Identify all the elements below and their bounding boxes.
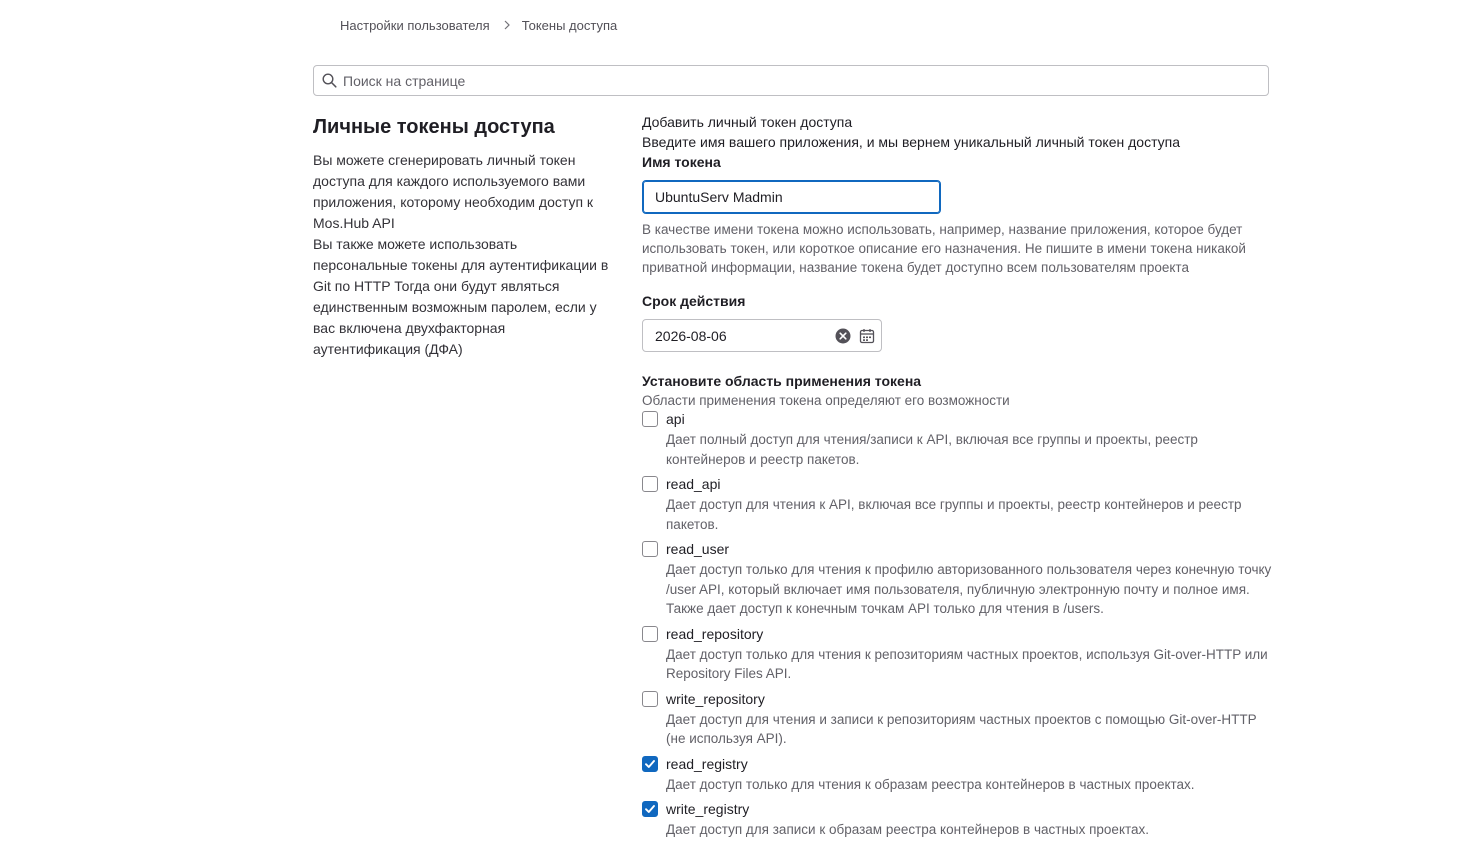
expiry-date-value[interactable]: 2026-08-06	[655, 328, 827, 344]
scope-write-repository[interactable]: write_repository Дает доступ для чтения и…	[642, 690, 1272, 749]
form-description: Введите имя вашего приложения, и мы верн…	[642, 134, 1181, 150]
search-icon	[322, 73, 337, 88]
intro-paragraph-2: Вы также можете использовать персональны…	[313, 236, 609, 357]
scope-checkbox[interactable]	[642, 625, 658, 642]
scope-api[interactable]: api Дает полный доступ для чтения/записи …	[642, 411, 1272, 469]
scope-name[interactable]: read_registry	[666, 756, 1272, 772]
scope-checkbox[interactable]	[642, 476, 658, 492]
scope-description: Дает доступ только для чтения к образам …	[666, 776, 1195, 792]
scope-description: Дает доступ для чтения и записи к репози…	[666, 711, 1257, 747]
search-input[interactable]	[343, 72, 1268, 89]
scope-name[interactable]: read_user	[666, 541, 1272, 557]
scopes-list: api Дает полный доступ для чтения/записи …	[642, 411, 1272, 840]
scope-description: Дает полный доступ для чтения/записи к A…	[666, 432, 1198, 467]
intro-section: Личные токены доступа Вы можете сгенерир…	[313, 114, 613, 360]
scopes-label: Установите область применения токена	[642, 373, 922, 389]
scope-read-repository[interactable]: read_repository Дает доступ только для чт…	[642, 625, 1272, 684]
calendar-icon[interactable]	[859, 328, 875, 344]
scope-read-user[interactable]: read_user Дает доступ только для чтения к…	[642, 541, 1272, 619]
scope-name[interactable]: read_api	[666, 476, 1272, 492]
breadcrumb-access-tokens[interactable]: Токены доступа	[522, 18, 618, 33]
scope-description: Дает доступ только для чтения к репозито…	[666, 646, 1268, 682]
scope-write-registry[interactable]: write_registry Дает доступ для записи к о…	[642, 801, 1272, 840]
scope-name[interactable]: read_repository	[666, 626, 1272, 642]
scope-name[interactable]: api	[666, 411, 1272, 427]
page-title: Личные токены доступа	[313, 116, 555, 138]
scope-checkbox[interactable]	[642, 690, 658, 707]
token-name-label: Имя токена	[642, 154, 721, 170]
scope-name[interactable]: write_repository	[666, 691, 1272, 707]
breadcrumb: Настройки пользователя Токены доступа	[340, 16, 617, 34]
token-name-help: В качестве имени токена можно использова…	[642, 222, 1246, 275]
scope-checkbox[interactable]	[642, 411, 658, 427]
clear-icon[interactable]	[835, 328, 851, 344]
scope-description: Дает доступ для записи к образам реестра…	[666, 822, 1150, 837]
scope-description: Дает доступ только для чтения к профилю …	[666, 562, 1272, 616]
expiry-label: Срок действия	[642, 293, 746, 309]
scope-read-registry[interactable]: read_registry Дает доступ только для чтен…	[642, 755, 1272, 795]
intro-paragraph-1: Вы можете сгенерировать личный токен дос…	[313, 152, 594, 231]
page: Настройки пользователя Токены доступа Ли…	[0, 0, 1463, 868]
form-title: Добавить личный токен доступа	[642, 114, 853, 130]
scope-read-api[interactable]: read_api Дает доступ для чтения к API, вк…	[642, 476, 1272, 534]
token-form: Добавить личный токен доступа Введите им…	[642, 112, 1272, 840]
scope-checkbox[interactable]	[642, 541, 658, 557]
scopes-help: Области применения токена определяют его…	[642, 393, 1010, 408]
scope-checkbox[interactable]	[642, 801, 658, 817]
token-name-input[interactable]	[642, 180, 941, 214]
scope-name[interactable]: write_registry	[666, 801, 1272, 817]
expiry-date-field[interactable]: 2026-08-06	[642, 319, 882, 352]
breadcrumb-user-settings[interactable]: Настройки пользователя	[340, 18, 490, 33]
scope-checkbox[interactable]	[642, 755, 658, 772]
search-box[interactable]	[313, 65, 1269, 96]
chevron-right-icon	[502, 20, 512, 30]
scope-description: Дает доступ для чтения к API, включая вс…	[666, 497, 1242, 532]
